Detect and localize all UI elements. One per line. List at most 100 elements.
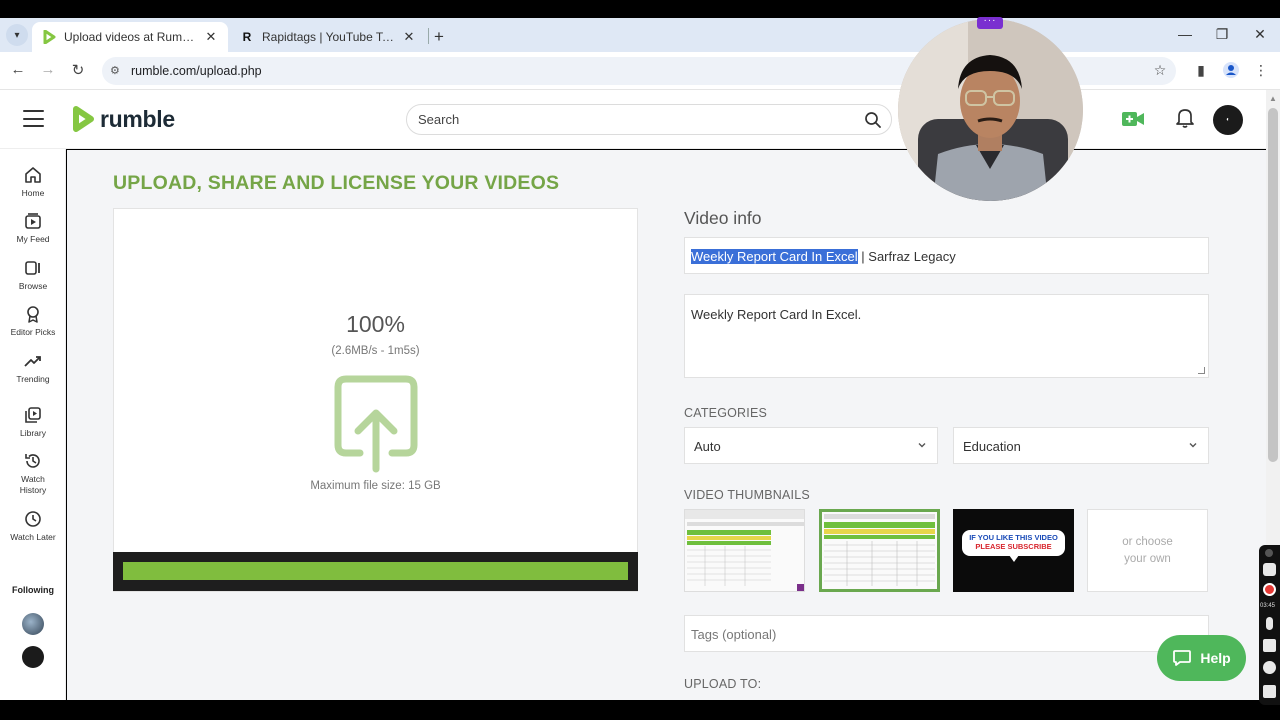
sidebar-item-label: Watch History xyxy=(19,474,47,495)
tab-label: Rapidtags | YouTube Tag Generator xyxy=(262,30,396,44)
bookmark-star-icon[interactable]: ☆ xyxy=(1151,62,1169,79)
clock-icon xyxy=(25,511,41,527)
back-arrow-icon[interactable]: ← xyxy=(8,61,28,78)
close-icon[interactable]: ✕ xyxy=(204,29,218,45)
video-description-textarea[interactable]: Weekly Report Card In Excel. xyxy=(684,294,1209,378)
chevron-down-icon xyxy=(1189,443,1197,448)
sidebar-item-label: My Feed xyxy=(16,234,50,244)
recorder-grip-icon[interactable] xyxy=(1265,549,1273,557)
upload-speed: (2.6MB/s - 1m5s) xyxy=(331,345,420,357)
sidebar-item-watch-history[interactable]: Watch History xyxy=(0,452,66,496)
tab-search-button[interactable]: ▾ xyxy=(6,24,28,46)
upload-percent: 100% xyxy=(346,311,405,337)
camera-icon[interactable] xyxy=(1263,563,1276,576)
hamburger-menu-icon[interactable] xyxy=(23,110,44,127)
webcam-toggle-icon[interactable] xyxy=(1263,661,1276,674)
feed-icon xyxy=(25,213,41,229)
rumble-logo[interactable]: rumble xyxy=(70,105,175,133)
thumbnail-option-1[interactable] xyxy=(684,509,805,592)
selected-title-text: Weekly Report Card In Excel xyxy=(691,249,858,264)
description-value: Weekly Report Card In Excel. xyxy=(691,307,862,322)
rapidtags-favicon: R xyxy=(242,30,252,44)
tab-label: Upload videos at Rumble xyxy=(64,30,198,44)
new-tab-button[interactable]: + xyxy=(434,27,444,47)
secondary-category-select[interactable]: Education xyxy=(953,427,1209,464)
close-icon[interactable]: ✕ xyxy=(402,29,416,45)
window-close-icon[interactable]: ✕ xyxy=(1250,26,1270,43)
upload-dropzone[interactable]: 100% (2.6MB/s - 1m5s) Maximum file size:… xyxy=(113,208,638,592)
user-avatar[interactable]: ◐ xyxy=(1213,105,1243,135)
chevron-down-icon xyxy=(918,443,926,448)
logo-text: rumble xyxy=(100,105,175,132)
search-icon[interactable] xyxy=(864,111,882,134)
site-settings-icon[interactable]: ⚙ xyxy=(110,64,120,77)
recording-timer: 03:45 xyxy=(1260,603,1276,609)
microphone-icon[interactable] xyxy=(1266,617,1273,630)
notification-bell-icon[interactable] xyxy=(1175,107,1195,134)
url-text: rumble.com/upload.php xyxy=(131,64,262,78)
sidebar-item-editor-picks[interactable]: Editor Picks xyxy=(0,305,66,338)
sidebar-item-label: Home xyxy=(21,188,45,198)
thumbnail-option-2-selected[interactable] xyxy=(819,509,940,592)
speaker-icon[interactable] xyxy=(1263,639,1276,652)
subscribe-line-1: IF YOU LIKE THIS VIDEO xyxy=(969,533,1058,542)
page-title: UPLOAD, SHARE AND LICENSE YOUR VIDEOS xyxy=(113,172,560,194)
upload-arrow-icon xyxy=(334,375,418,473)
sidebar-item-label: Browse xyxy=(18,281,48,291)
sidebar-item-my-feed[interactable]: My Feed xyxy=(0,212,66,245)
minimize-icon[interactable]: — xyxy=(1175,26,1195,42)
primary-category-select[interactable]: Auto xyxy=(684,427,938,464)
scroll-up-arrow-icon[interactable]: ▲ xyxy=(1269,94,1277,103)
spreadsheet-thumbnail-image xyxy=(822,512,937,589)
thumbnail-option-3[interactable]: IF YOU LIKE THIS VIDEO PLEASE SUBSCRIBE xyxy=(953,509,1074,592)
followed-channel-avatar[interactable] xyxy=(22,646,44,668)
forward-arrow-icon[interactable]: → xyxy=(38,61,58,78)
webcam-menu-button[interactable]: ··· xyxy=(977,16,1003,29)
secondary-category-value: Education xyxy=(963,439,1021,454)
rumble-favicon xyxy=(42,30,56,44)
video-title-input[interactable]: Weekly Report Card In Excel | Sarfraz Le… xyxy=(684,237,1209,274)
history-icon xyxy=(25,454,40,468)
choose-own-line-2: your own xyxy=(1124,552,1171,565)
sidebar-item-library[interactable]: Library xyxy=(0,406,66,439)
help-button[interactable]: Help xyxy=(1157,635,1246,681)
reload-icon[interactable]: ↻ xyxy=(68,61,88,79)
chat-bubble-icon xyxy=(1173,650,1192,666)
upload-progress-bar xyxy=(113,552,638,591)
webcam-overlay xyxy=(898,19,1083,201)
left-sidebar: Home My Feed Browse Editor Picks Trendin… xyxy=(0,149,66,700)
max-file-size: Maximum file size: 15 GB xyxy=(310,480,441,492)
browse-icon xyxy=(25,261,40,275)
choose-own-thumbnail-button[interactable]: or choose your own xyxy=(1087,509,1208,592)
side-panel-icon[interactable]: ▮ xyxy=(1192,62,1210,79)
scrollbar-thumb[interactable] xyxy=(1268,108,1278,462)
tab-separator xyxy=(428,28,429,44)
settings-icon[interactable] xyxy=(1263,685,1276,698)
choose-own-line-1: or choose xyxy=(1122,535,1173,548)
browser-tab-strip: ▾ Upload videos at Rumble ✕ R Rapidtags … xyxy=(0,18,1280,52)
award-icon xyxy=(27,306,39,323)
video-camera-plus-icon[interactable] xyxy=(1121,109,1145,134)
video-title-value: Weekly Report Card In Excel | Sarfraz Le… xyxy=(691,249,956,264)
rumble-logo-mark xyxy=(73,106,94,132)
record-icon[interactable] xyxy=(1263,583,1276,596)
tags-input[interactable] xyxy=(691,627,1191,642)
restore-icon[interactable]: ❐ xyxy=(1212,26,1232,43)
sidebar-item-home[interactable]: Home xyxy=(0,166,66,199)
spreadsheet-thumbnail-image xyxy=(685,510,804,591)
title-rest-text: | Sarfraz Legacy xyxy=(857,249,956,264)
search-input[interactable] xyxy=(418,112,848,127)
sidebar-item-watch-later[interactable]: Watch Later xyxy=(0,510,66,543)
tab-upload-videos[interactable]: Upload videos at Rumble ✕ xyxy=(32,22,228,52)
browser-menu-icon[interactable]: ⋮ xyxy=(1252,62,1270,79)
sidebar-item-trending[interactable]: Trending xyxy=(0,352,66,385)
library-icon xyxy=(25,407,41,423)
resize-handle-icon[interactable] xyxy=(1198,367,1205,374)
sidebar-item-browse[interactable]: Browse xyxy=(0,259,66,292)
search-box xyxy=(406,104,892,135)
tags-field xyxy=(684,615,1209,652)
tab-rapidtags[interactable]: R Rapidtags | YouTube Tag Generator ✕ xyxy=(230,22,426,52)
profile-icon[interactable] xyxy=(1222,62,1240,81)
followed-channel-avatar[interactable] xyxy=(22,613,44,635)
primary-category-value: Auto xyxy=(694,439,721,454)
